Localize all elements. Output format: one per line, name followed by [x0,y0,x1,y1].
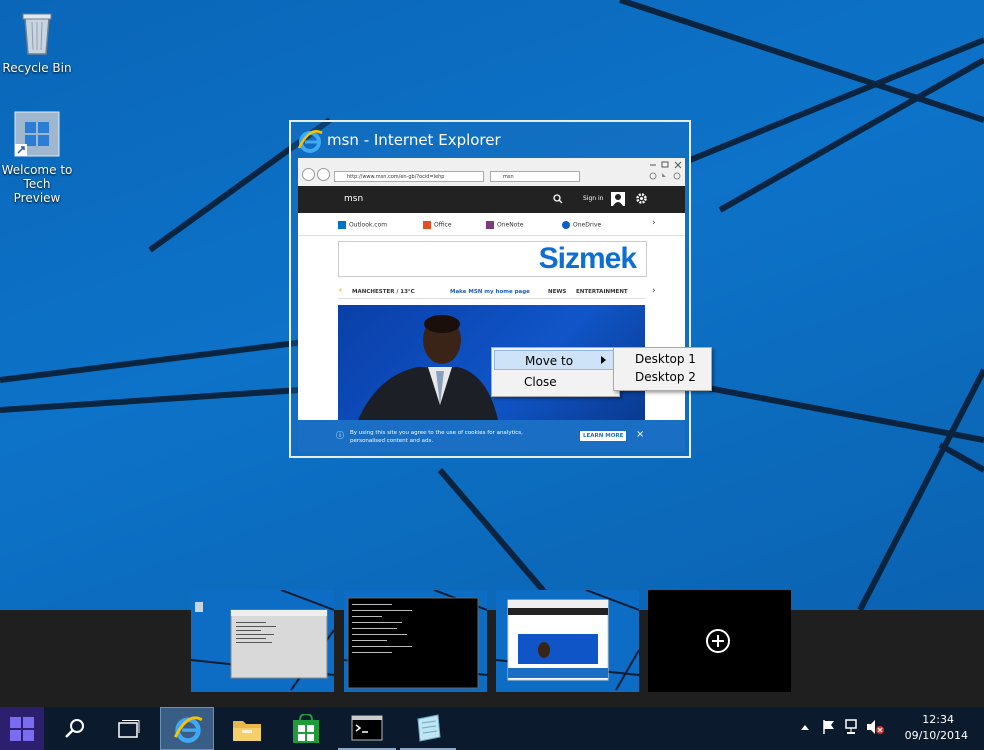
windows-start-icon [10,717,34,741]
menu-item-label: Move to [525,354,574,368]
ad-text: Sizmek [538,242,637,275]
desktop-1-preview [191,590,334,691]
chevron-right-icon [601,356,606,364]
msn-header: msn Sign in [298,186,685,213]
task-view-icon [118,720,140,738]
flag-icon[interactable] [822,719,836,735]
desktop-icon-label: Recycle Bin [2,61,72,75]
search-icon [65,719,84,738]
user-icon [611,192,625,206]
submenu-desktops: Desktop 1 Desktop 2 [613,347,712,391]
taskbar-internet-explorer[interactable] [160,707,214,750]
submenu-item-desktop-2[interactable]: Desktop 2 [635,370,696,384]
chevron-right-icon: › [652,218,656,228]
nav-news: NEWS [548,289,567,295]
menu-item-move-to[interactable]: Move to [494,350,615,370]
clock-time[interactable]: 12:34 [922,713,954,726]
taskbar-notepad[interactable] [400,707,456,750]
nav-entertainment: ENTERTAINMENT [576,289,628,295]
close-icon: × [636,429,645,440]
virtual-desktop-3-thumbnail[interactable] [496,590,639,692]
weather-text: MANCHESTER / 13°C [352,289,415,295]
task-view-button[interactable] [108,707,148,750]
ad-banner: Sizmek [338,241,647,277]
sun-icon: ☀ [338,288,343,294]
search-button[interactable] [54,707,94,750]
window-preview-title: msn - Internet Explorer [327,131,501,149]
speaker-muted-icon[interactable] [866,719,884,735]
virtual-desktop-strip [0,610,984,707]
window-thumbnail: http://www.msn.com/en-gb/?ocid=iehp msn … [298,158,685,452]
ie-toolbar: http://www.msn.com/en-gb/?ocid=iehp msn [298,158,685,187]
submenu-item-desktop-1[interactable]: Desktop 1 [635,352,696,366]
chevron-right-icon: › [652,286,656,296]
virtual-desktop-2-thumbnail[interactable] [344,590,487,692]
virtual-desktop-1-thumbnail[interactable] [191,590,334,692]
desktop-icon-recycle-bin[interactable]: Recycle Bin [0,10,74,75]
desktop-icon-label: Welcome to Tech Preview [1,163,73,205]
command-prompt-icon [351,715,383,741]
add-desktop-button[interactable] [648,590,791,692]
notepad-icon [417,714,441,742]
system-tray: 12:34 09/10/2014 [794,707,984,750]
forward-icon [317,168,330,181]
weather-nav-bar: ☀ MANCHESTER / 13°C Make MSN my home pag… [338,286,656,299]
desktop-3-preview [496,590,639,691]
learn-more-button: LEARN MORE [580,431,627,441]
gear-icon [636,193,647,204]
recycle-bin-icon [22,13,52,55]
address-bar: http://www.msn.com/en-gb/?ocid=iehp [334,171,484,182]
search-icon [553,194,563,204]
browser-tab: msn [490,171,580,182]
add-icon [706,629,730,653]
menu-item-close[interactable]: Close [524,375,557,389]
taskbar-store[interactable] [282,707,332,750]
info-icon: ⓘ [336,431,344,440]
desktop-icon-welcome[interactable]: Welcome to Tech Preview [0,110,74,205]
windows-logo-icon [14,111,60,157]
service-office: Office [423,221,452,229]
taskbar: 12:34 09/10/2014 [0,707,984,750]
back-icon [302,168,315,181]
network-icon[interactable] [844,718,860,736]
service-onenote: OneNote [486,221,523,229]
window-controls-icon [649,161,682,180]
msn-logo: msn [344,194,364,204]
service-onedrive: OneDrive [562,221,601,229]
internet-explorer-icon [174,716,203,743]
sign-in-link: Sign in [583,195,604,202]
start-button[interactable] [0,707,44,750]
msn-services-bar: Outlook.com Office OneNote OneDrive › [298,213,685,236]
taskbar-file-explorer[interactable] [222,707,272,750]
context-menu: Move to Close [491,347,620,397]
clock-date[interactable]: 09/10/2014 [905,729,968,742]
cookie-text: By using this site you agree to the use … [350,430,523,444]
make-home-link: Make MSN my home page [450,289,530,295]
window-preview-ie[interactable]: msn - Internet Explorer http://www.msn.c… [289,120,691,458]
chevron-up-icon[interactable] [800,723,810,731]
service-outlook: Outlook.com [338,221,387,229]
folder-icon [233,721,261,741]
cookie-banner: ⓘ By using this site you agree to the us… [298,420,685,452]
store-icon [293,714,319,743]
desktop-2-preview [344,590,487,689]
internet-explorer-icon [297,130,323,153]
taskbar-command-prompt[interactable] [338,707,396,750]
